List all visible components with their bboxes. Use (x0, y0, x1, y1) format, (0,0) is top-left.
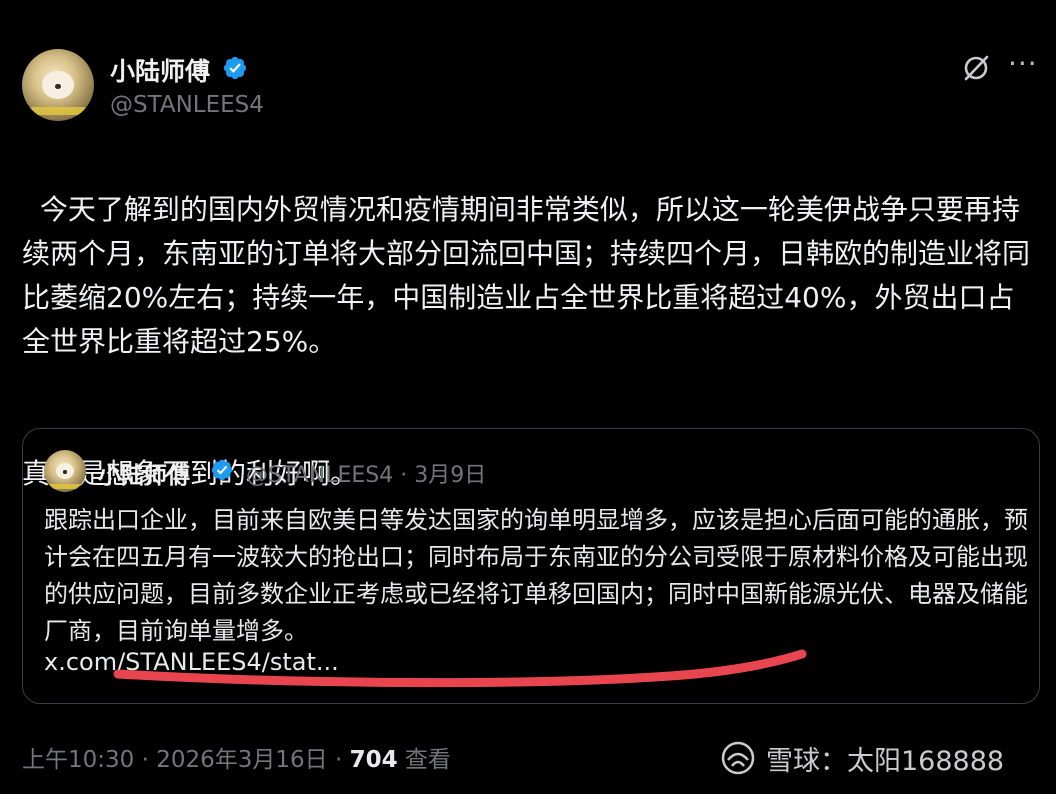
timestamp[interactable]: 上午10:30 · 2026年3月16日 · (22, 747, 350, 773)
watermark: 雪球：太阳168888 (718, 738, 1004, 778)
quote-handle-date: @STANLEES4 · 3月9日 (246, 463, 487, 488)
tweet-meta: 上午10:30 · 2026年3月16日 · 704 查看 (22, 740, 451, 774)
tweet-paragraph-1: 今天了解到的国内外贸情况和疫情期间非常类似，所以这一轮美伊战争只要再持续两个月，… (22, 193, 1031, 358)
view-count: 704 (349, 747, 398, 773)
author-avatar[interactable] (22, 49, 94, 121)
red-highlight-stroke (113, 649, 807, 688)
author-name[interactable]: 小陆师傅 (110, 52, 210, 88)
quote-text: 跟踪出口企业，目前来自欧美日等发达国家的询单明显增多，应该是担心后面可能的通胀，… (44, 506, 1028, 645)
more-options-icon[interactable]: ··· (1008, 50, 1038, 78)
grok-icon[interactable] (960, 52, 992, 84)
author-handle[interactable]: @STANLEES4 (110, 92, 264, 118)
quote-author-name: 小陆师傅 (98, 463, 190, 489)
views-label: 查看 (397, 747, 451, 773)
verified-badge-icon (223, 56, 247, 80)
quote-author-avatar (44, 450, 86, 492)
xueqiu-logo-icon (721, 741, 755, 775)
watermark-text: 雪球：太阳168888 (766, 745, 1005, 777)
quote-verified-badge-icon (211, 459, 233, 481)
